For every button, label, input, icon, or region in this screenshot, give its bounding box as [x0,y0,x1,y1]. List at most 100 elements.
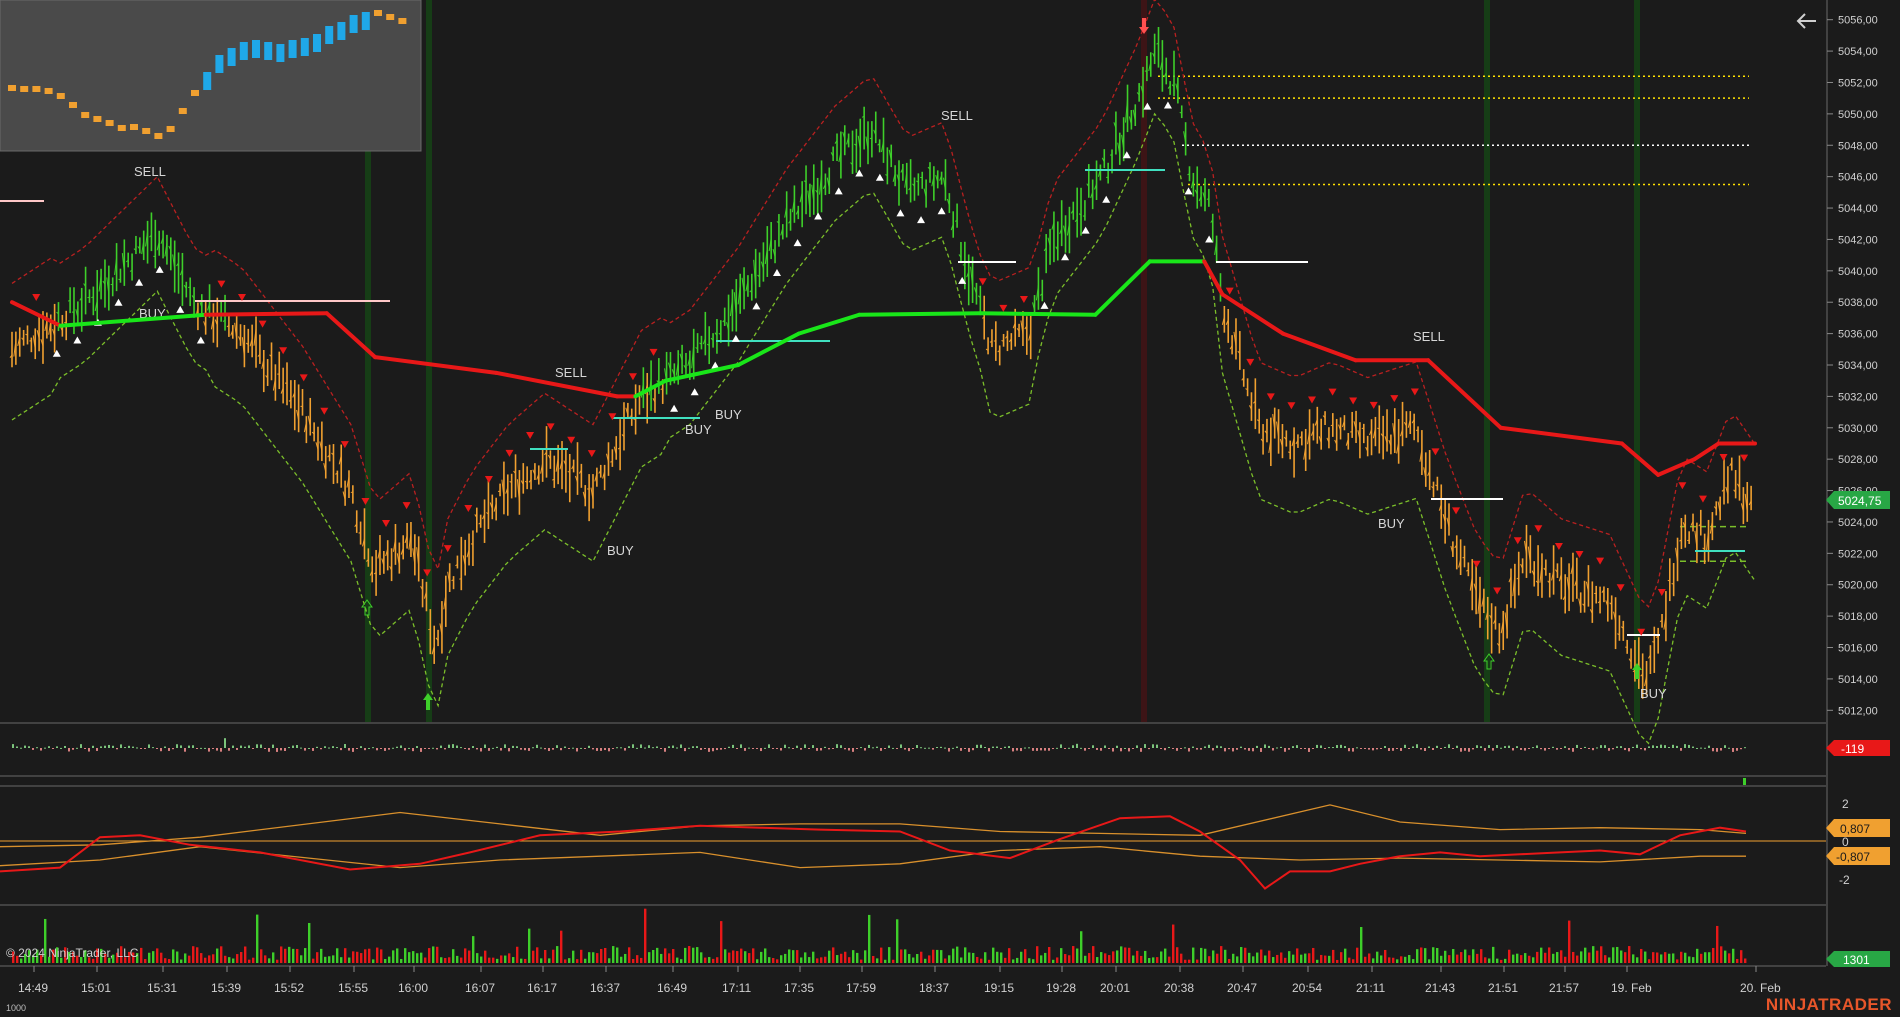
delta-bar [484,744,486,748]
volume-bar [932,949,935,963]
delta-bar [204,747,206,749]
delta-bar [440,745,442,748]
volume-bar [160,952,163,963]
volume-bar [1420,947,1423,963]
volume-bar [1488,958,1491,963]
delta-bar [1188,748,1190,752]
volume-bar [652,949,655,963]
delta-bar [892,747,894,749]
delta-bar [964,748,966,749]
volume-bar [1740,950,1743,963]
mini-candle [154,133,163,139]
volume-bar [464,948,467,963]
volume-bar [408,952,411,963]
chart-canvas[interactable]: SELL BUY SELL BUY BUY BUY SELL SELL BUY … [0,0,1900,1017]
delta-bar [668,746,670,748]
delta-bar [716,748,718,751]
volume-bar [512,957,515,963]
mini-candle [264,42,273,60]
delta-bar [1724,745,1726,748]
back-arrow-icon[interactable] [1794,8,1820,34]
volume-bar [1500,959,1503,963]
volume-bar [204,957,207,963]
delta-bar [1508,745,1510,748]
delta-bar [1560,748,1562,749]
delta-bar [284,748,286,752]
delta-bar [1280,746,1282,748]
volume-bar [1104,953,1107,963]
volume-bar [1120,946,1123,963]
volume-bar [220,946,223,963]
delta-bar [1436,745,1438,748]
volume-bar [1216,953,1219,963]
volume-bar [460,957,463,963]
delta-bar [180,745,182,748]
delta-bar [1716,748,1718,752]
volume-bar [316,952,319,963]
delta-bar [156,748,158,749]
volume-bar [1712,947,1715,963]
volume-bar [284,948,287,963]
delta-bar [972,748,974,751]
volume-bar [392,950,395,963]
volume-bar [268,958,271,963]
volume-bar [1608,957,1611,963]
delta-bar [1248,748,1250,751]
delta-bar [128,745,130,748]
mini-overview[interactable] [0,0,422,152]
time-tick-label: 15:52 [274,981,304,995]
delta-bar [1164,748,1166,751]
delta-bar [340,748,342,751]
delta-bar [948,748,950,752]
delta-bar [560,748,562,751]
delta-bar [52,748,54,749]
volume-bar [1524,953,1527,963]
delta-bar [192,745,194,748]
price-tick-label: 5056,00 [1838,15,1878,27]
delta-bar [1648,746,1650,748]
volume-bar [356,951,359,963]
delta-bar [20,747,22,749]
volume-bar [1424,948,1427,963]
volume-bar [696,947,699,963]
current-price: 5024,75 [1838,494,1882,508]
delta-bar [1336,745,1338,748]
delta-bar [36,747,38,749]
delta-bar [992,746,994,748]
volume-bar [376,947,379,963]
sell-label: SELL [1413,329,1445,344]
mini-candle [81,112,90,118]
volume-bar [912,957,915,963]
mini-candle [325,26,334,44]
volume-bar [1020,951,1023,963]
delta-bar [1148,748,1150,750]
delta-bar [84,748,86,749]
delta-bar [172,748,174,750]
volume-bar [924,958,927,963]
volume-bar [1320,954,1323,963]
volume-bar [1476,953,1479,963]
volume-bar [1504,958,1507,963]
volume-bar [1700,953,1703,963]
delta-bar [1304,748,1306,750]
delta-bar [1048,748,1050,751]
volume-bar [1516,953,1519,963]
volume-bar [1528,955,1531,963]
delta-bar [1340,744,1342,748]
volume-bar [200,953,203,963]
delta-bar [452,744,454,748]
mini-candle [215,55,224,73]
volume-bar [1564,956,1567,963]
volume-bar [716,957,719,963]
volume-bar [508,953,511,963]
delta-bar [840,745,842,748]
delta-bar [916,745,918,748]
delta-bar [516,746,518,748]
delta-bar [76,747,78,749]
delta-bar [988,748,990,752]
volume-bar [872,955,875,963]
price-tick-label: 5038,00 [1838,297,1878,309]
volume-bar [360,953,363,963]
price-tick-label: 5042,00 [1838,234,1878,246]
volume-bar [1012,959,1015,963]
